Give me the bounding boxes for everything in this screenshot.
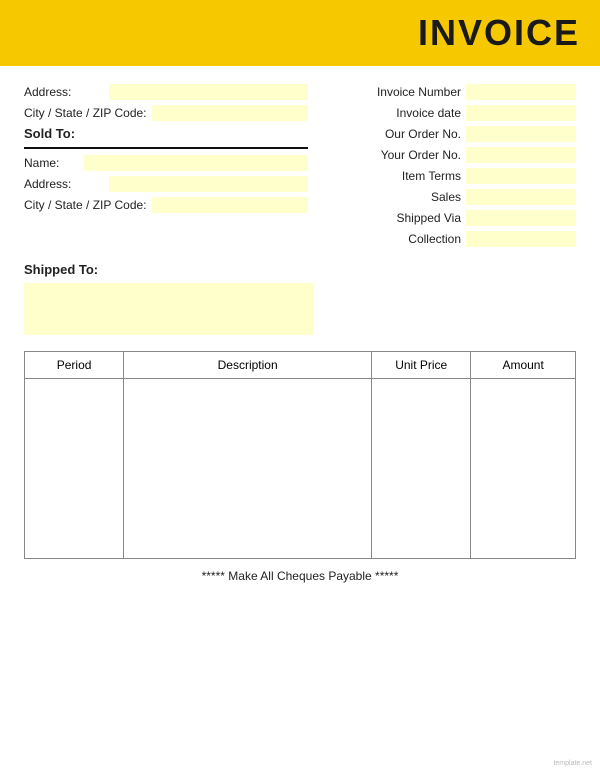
shipped-via-row: Shipped Via xyxy=(318,210,576,226)
col-period: Period xyxy=(25,352,124,379)
invoice-table-section: Period Description Unit Price Amount xyxy=(24,351,576,559)
invoice-number-label: Invoice Number xyxy=(351,85,461,99)
collection-label: Collection xyxy=(351,232,461,246)
sold-city-row: City / State / ZIP Code: xyxy=(24,197,308,213)
city-label: City / State / ZIP Code: xyxy=(24,106,147,120)
your-order-input[interactable] xyxy=(466,147,576,163)
divider xyxy=(24,147,308,149)
shipped-to-section: Shipped To: xyxy=(24,262,576,335)
invoice-page: INVOICE Address: City / State / ZIP Code… xyxy=(0,0,600,771)
sold-city-input[interactable] xyxy=(152,197,308,213)
shipped-via-input[interactable] xyxy=(466,210,576,226)
sales-input[interactable] xyxy=(466,189,576,205)
col-amount: Amount xyxy=(471,352,576,379)
sales-label: Sales xyxy=(351,190,461,204)
collection-row: Collection xyxy=(318,231,576,247)
our-order-row: Our Order No. xyxy=(318,126,576,142)
invoice-table: Period Description Unit Price Amount xyxy=(24,351,576,559)
city-row: City / State / ZIP Code: xyxy=(24,105,308,121)
invoice-number-input[interactable] xyxy=(466,84,576,100)
watermark: template.net xyxy=(553,760,592,767)
amount-cell[interactable] xyxy=(471,379,576,559)
footer-text: ***** Make All Cheques Payable ***** xyxy=(24,569,576,583)
shipped-via-label: Shipped Via xyxy=(351,211,461,225)
shipped-to-label: Shipped To: xyxy=(24,262,576,277)
name-row: Name: xyxy=(24,155,308,171)
invoice-header: INVOICE xyxy=(0,0,600,66)
address-label: Address: xyxy=(24,85,104,99)
col-unit-price: Unit Price xyxy=(372,352,471,379)
unit-price-cell[interactable] xyxy=(372,379,471,559)
name-input[interactable] xyxy=(84,155,308,171)
item-terms-input[interactable] xyxy=(466,168,576,184)
col-description: Description xyxy=(124,352,372,379)
address-input[interactable] xyxy=(109,84,308,100)
your-order-label: Your Order No. xyxy=(351,148,461,162)
invoice-date-row: Invoice date xyxy=(318,105,576,121)
sold-city-label: City / State / ZIP Code: xyxy=(24,198,147,212)
sold-address-row: Address: xyxy=(24,176,308,192)
city-input[interactable] xyxy=(152,105,308,121)
your-order-row: Your Order No. xyxy=(318,147,576,163)
invoice-title: INVOICE xyxy=(0,12,580,54)
invoice-date-input[interactable] xyxy=(466,105,576,121)
table-header-row: Period Description Unit Price Amount xyxy=(25,352,576,379)
table-row xyxy=(25,379,576,559)
item-terms-row: Item Terms xyxy=(318,168,576,184)
sold-address-input[interactable] xyxy=(109,176,308,192)
sold-address-label: Address: xyxy=(24,177,104,191)
our-order-label: Our Order No. xyxy=(351,127,461,141)
address-row: Address: xyxy=(24,84,308,100)
our-order-input[interactable] xyxy=(466,126,576,142)
left-column: Address: City / State / ZIP Code: Sold T… xyxy=(24,84,308,252)
invoice-number-row: Invoice Number xyxy=(318,84,576,100)
sold-to-label: Sold To: xyxy=(24,126,308,141)
name-label: Name: xyxy=(24,156,79,170)
invoice-date-label: Invoice date xyxy=(351,106,461,120)
shipped-to-box[interactable] xyxy=(24,283,314,335)
period-cell[interactable] xyxy=(25,379,124,559)
sales-row: Sales xyxy=(318,189,576,205)
description-cell[interactable] xyxy=(124,379,372,559)
item-terms-label: Item Terms xyxy=(351,169,461,183)
right-column: Invoice Number Invoice date Our Order No… xyxy=(318,84,576,252)
collection-input[interactable] xyxy=(466,231,576,247)
